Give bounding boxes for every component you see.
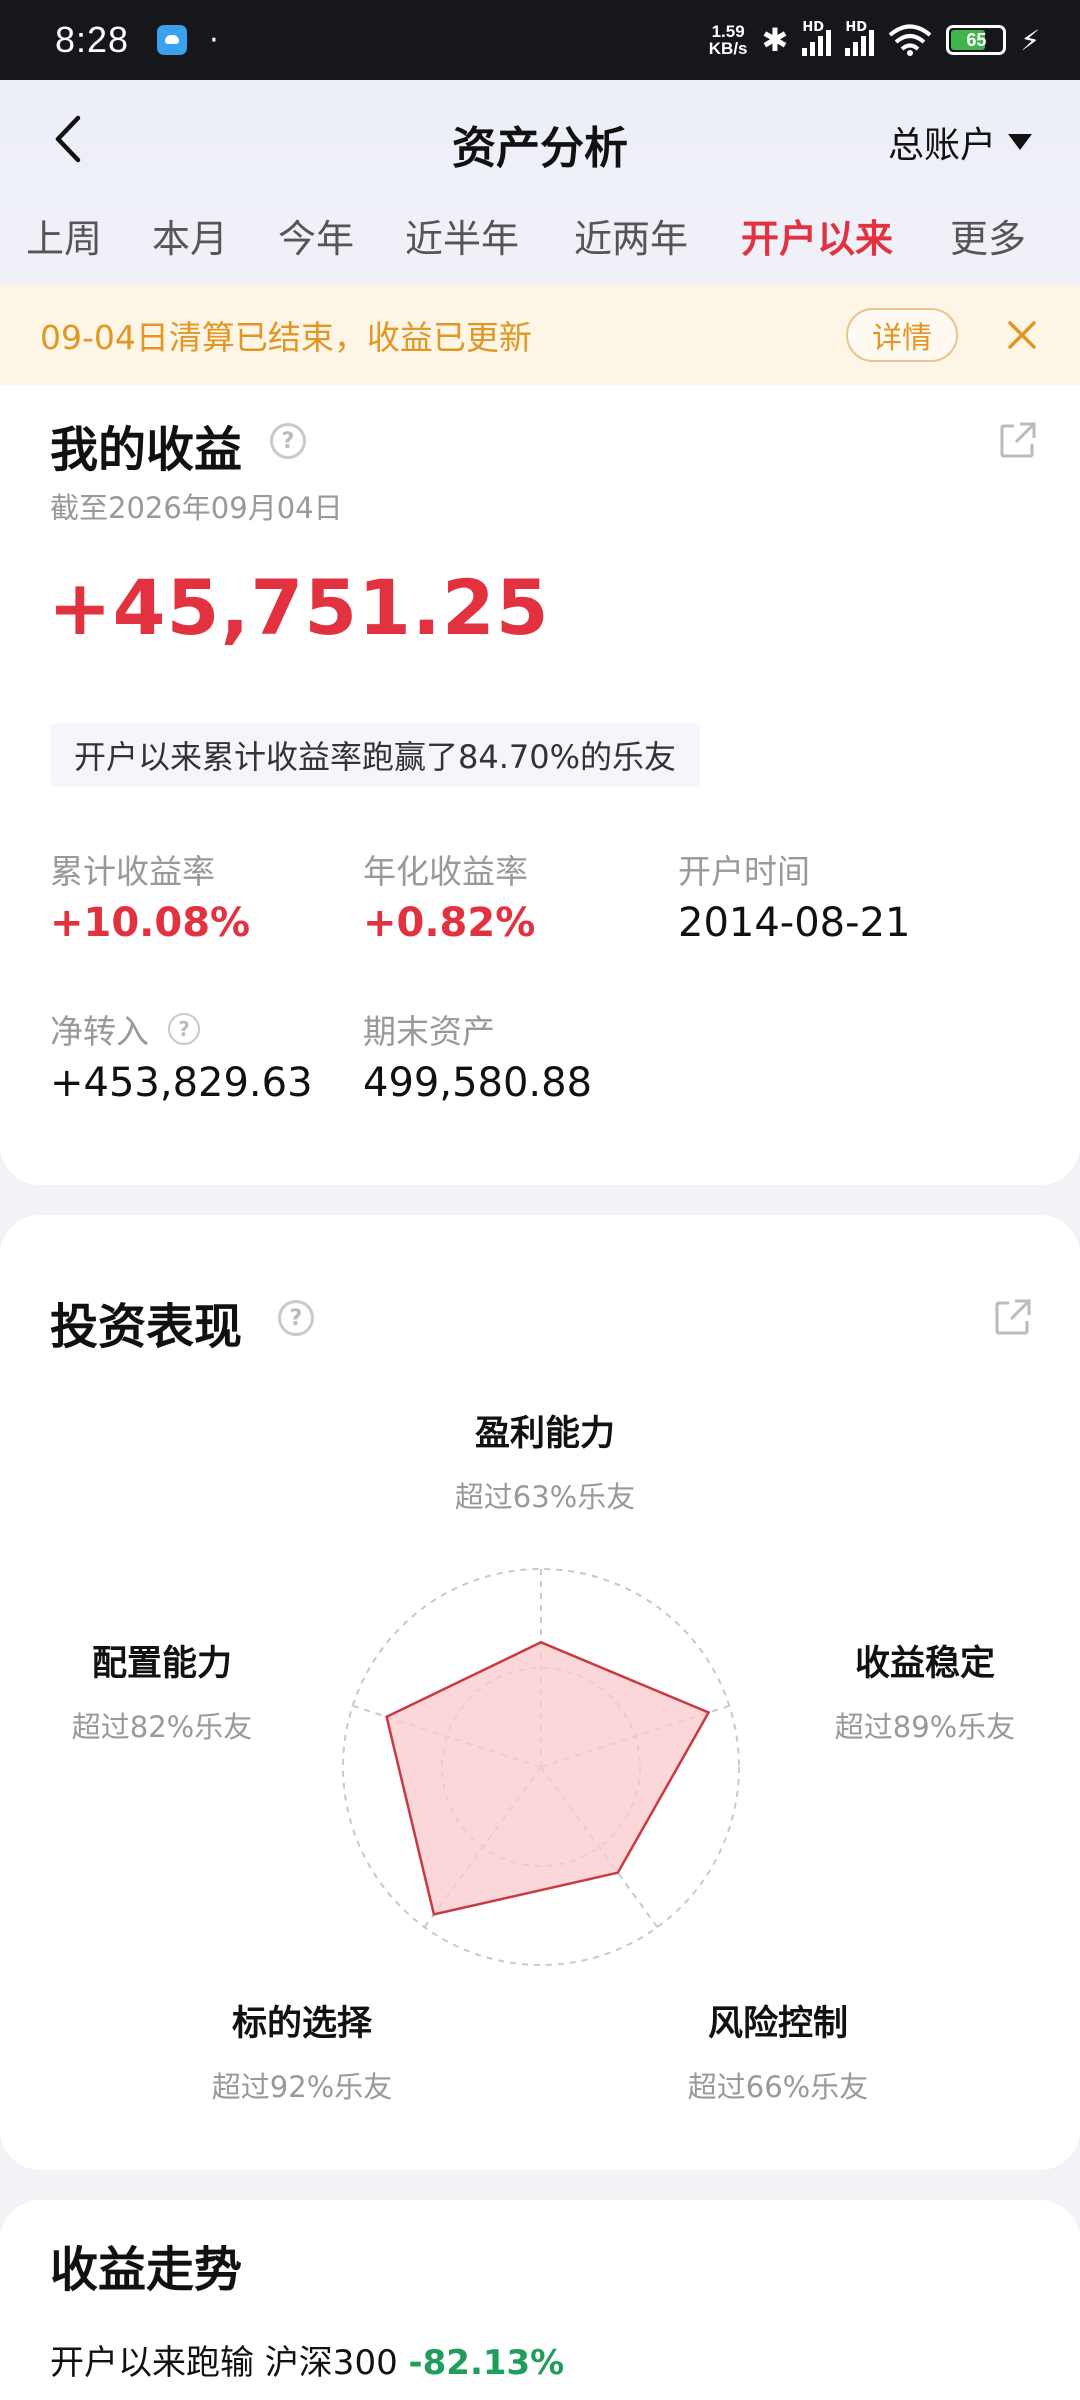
total-earnings: +45,751.25 [48, 563, 550, 652]
metric-value-annual-rate: +0.82% [363, 900, 536, 946]
trend-card: 收益走势 开户以来跑输 沪深300 -82.13% [0, 2200, 1080, 2400]
tab-half-year[interactable]: 近半年 [405, 208, 519, 263]
hd-label: HD [802, 20, 824, 35]
metric-label-end-assets: 期末资产 [363, 1012, 495, 1051]
trend-sub-value: -82.13% [408, 2343, 565, 2383]
radar-label-title: 风险控制 [707, 2004, 848, 2044]
radar-label-risk-control: 风险控制 超过66%乐友 [648, 1995, 908, 2106]
tab-since-opening[interactable]: 开户以来 [741, 208, 893, 263]
metric-label-net-transfer: 净转入 [50, 1012, 149, 1051]
cloud-app-icon [157, 25, 188, 55]
detail-button[interactable]: 详情 [846, 308, 958, 362]
tab-more[interactable]: 更多 [950, 208, 1026, 263]
metric-label-annual-rate: 年化收益率 [363, 852, 528, 891]
metric-value-cumulative-rate: +10.08% [50, 900, 251, 946]
radar-label-stability: 收益稳定 超过89%乐友 [795, 1635, 1055, 1746]
performance-card: 投资表现 ? 盈利能力 超过63%乐友 收益稳定 超过89%乐友 风险控制 超过… [0, 1215, 1080, 2170]
earnings-card: 我的收益 ? 截至2026年09月04日 +45,751.25 开户以来累计收益… [0, 385, 1080, 1185]
tab-last-week[interactable]: 上周 [26, 208, 102, 263]
nav-bar: 资产分析 总账户 [0, 80, 1080, 200]
battery-icon: 65 [946, 25, 1007, 55]
battery-level: 65 [966, 29, 987, 50]
settlement-notice: 09-04日清算已结束，收益已更新 详情 [0, 285, 1080, 385]
radar-label-sub: 超过82%乐友 [71, 1710, 253, 1744]
radar-label-title: 盈利能力 [474, 1414, 615, 1454]
network-speed: 1.59 KB/s [709, 23, 748, 57]
tab-this-year[interactable]: 今年 [278, 208, 354, 263]
status-bar: 8:28 · 1.59 KB/s ✱ HD HD 65 ⚡ [0, 0, 1080, 80]
radar-polygon [385, 1640, 711, 1916]
tab-two-years[interactable]: 近两年 [574, 208, 688, 263]
signal-icon: HD [802, 20, 832, 56]
radar-label-sub: 超过89%乐友 [834, 1710, 1016, 1744]
speed-value: 1.59 [711, 22, 745, 41]
account-label: 总账户 [887, 125, 996, 166]
speed-unit: KB/s [708, 39, 748, 58]
bluetooth-icon: ✱ [761, 21, 789, 59]
notification-dot: · [209, 22, 219, 58]
status-time: 8:28 [55, 19, 130, 60]
share-icon[interactable] [998, 420, 1038, 460]
metric-label-cumulative-rate: 累计收益率 [50, 852, 215, 891]
hd-label-2: HD [845, 20, 867, 35]
metric-label-open-date: 开户时间 [678, 852, 810, 891]
caret-down-icon [1008, 134, 1032, 150]
notice-text: 09-04日清算已结束，收益已更新 [40, 318, 532, 357]
rank-text: 开户以来累计收益率跑赢了84.70%的乐友 [50, 723, 701, 787]
wifi-icon [889, 24, 932, 56]
help-icon[interactable]: ? [270, 423, 306, 459]
trend-subtitle: 开户以来跑输 沪深300 -82.13% [50, 2335, 564, 2384]
tab-this-month[interactable]: 本月 [152, 208, 228, 263]
radar-label-sub: 超过92%乐友 [211, 2070, 393, 2104]
radar-label-title: 标的选择 [231, 2004, 372, 2044]
radar-label-allocation: 配置能力 超过82%乐友 [32, 1635, 292, 1746]
radar-label-selection: 标的选择 超过92%乐友 [172, 1995, 432, 2106]
radar-label-title: 收益稳定 [854, 1644, 995, 1684]
trend-title: 收益走势 [50, 2242, 243, 2298]
earnings-title: 我的收益 [50, 422, 243, 478]
radar-label-title: 配置能力 [91, 1644, 232, 1684]
help-icon[interactable]: ? [168, 1013, 200, 1045]
signal-icon-2: HD [845, 20, 875, 56]
as-of-date: 截至2026年09月04日 [50, 491, 343, 525]
charging-icon: ⚡ [1020, 23, 1040, 57]
status-icons: 1.59 KB/s ✱ HD HD 65 ⚡ [709, 20, 1040, 59]
metric-value-end-assets: 499,580.88 [363, 1060, 593, 1106]
radar-label-sub: 超过66%乐友 [687, 2070, 869, 2104]
metric-value-open-date: 2014-08-21 [678, 900, 911, 946]
radar-label-sub: 超过63%乐友 [454, 1480, 636, 1514]
close-icon[interactable] [1004, 317, 1040, 353]
period-tabs: 上周 本月 今年 近半年 近两年 开户以来 更多 [0, 200, 1080, 270]
metric-value-net-transfer: +453,829.63 [50, 1060, 313, 1106]
account-selector[interactable]: 总账户 [888, 116, 1032, 168]
trend-sub-prefix: 开户以来跑输 沪深300 [50, 2343, 398, 2383]
radar-label-profitability: 盈利能力 超过63%乐友 [415, 1405, 675, 1516]
